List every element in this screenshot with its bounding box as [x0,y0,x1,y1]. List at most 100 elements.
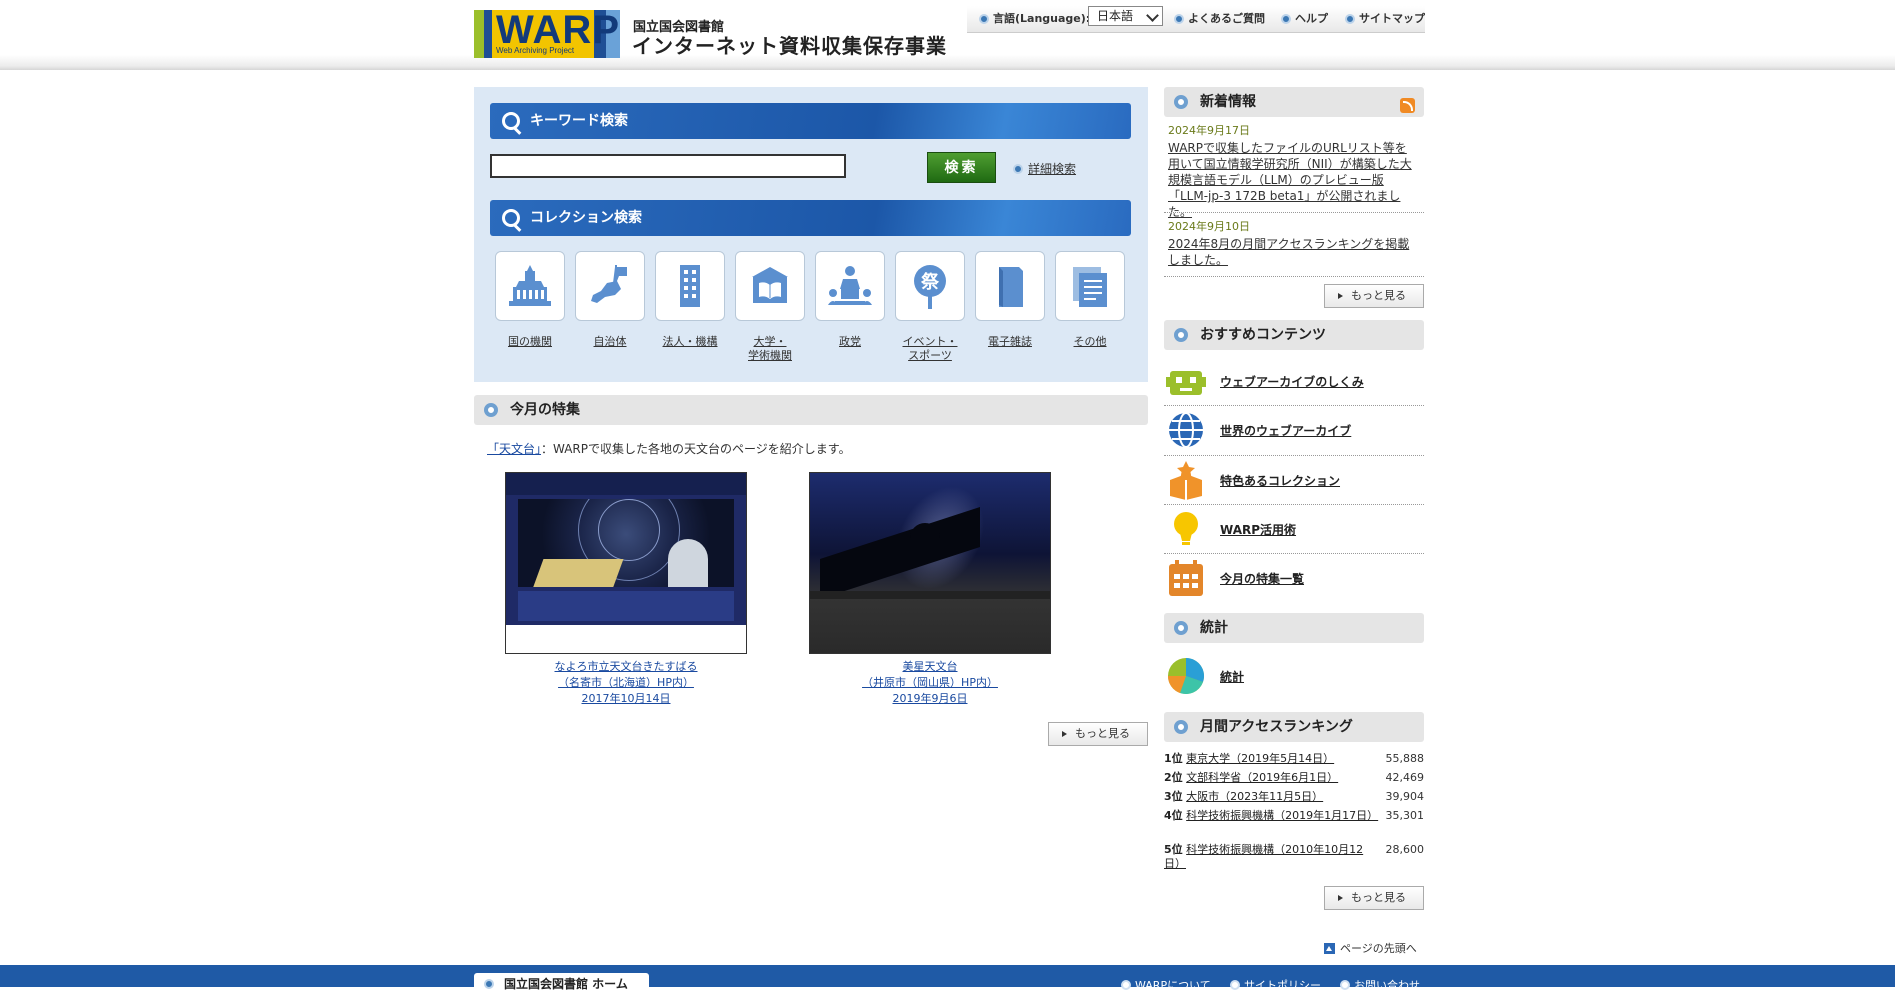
collection-e-magazines[interactable]: 電子雑誌 [975,251,1045,349]
recommended-label: ウェブアーカイブのしくみ [1220,375,1364,389]
collection-search-title: コレクション検索 [530,210,642,226]
collection-others[interactable]: その他 [1055,251,1125,349]
rank-link[interactable]: 大阪市（2023年11月5日） [1186,790,1323,803]
news-date: 2024年9月17日 [1168,124,1250,137]
warp-logo[interactable]: WARP Web Archiving Project [474,8,620,58]
keyword-search-input[interactable] [490,154,846,178]
footer-link[interactable]: WARPについて [1121,977,1211,993]
help-label: ヘルプ [1295,12,1328,25]
feature-heading: 今月の特集 [474,395,1148,425]
advanced-search-link[interactable]: 詳細検索 [1013,160,1076,177]
collection-political-parties[interactable]: 政党 [815,251,885,349]
collection-tile [975,251,1045,321]
collection-national[interactable]: 国の機関 [495,251,565,349]
rank-count: 42,469 [1385,771,1425,784]
stats-title: 統計 [1200,620,1228,636]
recommended-heading: おすすめコンテンツ [1164,320,1424,350]
recommended-item[interactable]: 今月の特集一覧 [1164,554,1424,604]
thumb-star-trails [518,499,734,587]
collection-local-gov[interactable]: 自治体 [575,251,645,349]
recommended-title: おすすめコンテンツ [1200,327,1326,343]
recommended-item[interactable]: ウェブアーカイブのしくみ [1164,357,1424,407]
news-item-link[interactable]: 2024年8月の月間アクセスランキングを掲載しました。 [1168,236,1418,268]
thumb-trail [598,499,660,561]
ranking-title: 月間アクセスランキング [1200,719,1353,735]
ring-bullet-icon [484,403,498,417]
collection-tile [655,251,725,321]
bullet-icon [1345,14,1355,24]
collection-universities[interactable]: 大学・ 学術機関 [735,251,805,363]
caption-date: 2019年9月6日 [892,692,968,705]
japan-map-flag-icon [591,265,627,303]
collection-label-line1: 大学・ [753,335,787,348]
ring-bullet-icon [1174,95,1188,109]
documents-icon [1073,267,1107,307]
feature-caption-1[interactable]: なよろ市立天文台きたすばる （名寄市（北海道）HP内） 2017年10月14日 [505,659,747,707]
language-select[interactable]: 日本語 [1088,6,1163,26]
feature-caption-2[interactable]: 美星天文台 （井原市（岡山県）HP内） 2019年9月6日 [809,659,1051,707]
logo-subtitle: Web Archiving Project [496,46,575,55]
search-button[interactable]: 検索 [927,152,996,183]
chevron-down-icon [1146,9,1159,22]
recommended-item[interactable]: 世界のウェブアーカイブ [1164,406,1424,456]
rank-link[interactable]: 東京大学（2019年5月14日） [1186,752,1334,765]
page-top-link[interactable]: ページの先頭へ [1324,940,1417,956]
rank-link[interactable]: 文部科学省（2019年6月1日） [1186,771,1338,784]
magazine-icon [999,267,1023,307]
ranking-row: 3位 大阪市（2023年11月5日） 39,904 [1164,790,1424,804]
help-link[interactable]: ヘルプ [1281,9,1328,29]
ranking-row: 1位 東京大学（2019年5月14日） 55,888 [1164,752,1424,766]
bullet-icon [1121,980,1131,990]
thumb-nav [810,591,1050,599]
feature-intro: 「天文台」：WARPで収集した各地の天文台のページを紹介します。 [487,440,851,457]
recommended-item[interactable]: WARP活用術 [1164,505,1424,555]
rank-count: 28,600 [1385,843,1425,856]
rank-link[interactable]: 科学技術振興機構（2010年10月12日） [1164,843,1363,870]
stats-item[interactable]: 統計 [1164,652,1424,702]
feature-screenshot-1[interactable] [505,472,747,654]
feature-screenshot-2[interactable] [809,472,1051,654]
news-title: 新着情報 [1200,94,1256,110]
collection-search-heading: コレクション検索 [490,200,1131,236]
thumb-dome [668,539,708,587]
ndl-home-link[interactable]: 国立国会図書館 ホーム [474,973,649,995]
collection-corporations[interactable]: 法人・機構 [655,251,725,349]
thumb-nav-icons [518,591,734,621]
recommended-item[interactable]: 特色あるコレクション [1164,456,1424,506]
stats-heading: 統計 [1164,613,1424,643]
ranking-more-button[interactable]: もっと見る [1324,886,1424,910]
divider [1164,212,1424,213]
rank-position: 1位 [1164,752,1183,765]
news-item-link[interactable]: WARPで収集したファイルのURLリスト等を用いて国立情報学研究所（NII）が構… [1168,140,1418,220]
collection-label: イベント・ スポーツ [895,335,965,363]
faq-link[interactable]: よくあるご質問 [1174,9,1265,29]
collection-label-line1: イベント・ [902,335,958,348]
lightbulb-icon [1174,512,1198,545]
feature-topic-link[interactable]: 「天文台」 [487,442,541,456]
office-building-icon [680,265,700,307]
rank-count: 55,888 [1385,752,1425,765]
arrow-up-icon [1324,942,1335,954]
news-more-button[interactable]: もっと見る [1324,284,1424,308]
collection-label: 法人・機構 [662,335,718,348]
ndl-home-label: 国立国会図書館 ホーム [504,977,628,991]
rank-link[interactable]: 科学技術振興機構（2019年1月17日） [1186,809,1378,822]
footer-link-label: サイトポリシー [1244,979,1321,992]
bullet-icon [1013,163,1023,174]
feature-more-button[interactable]: もっと見る [1048,722,1148,746]
page-top-label: ページの先頭へ [1340,942,1417,955]
footer-link[interactable]: サイトポリシー [1230,977,1321,993]
sitemap-link[interactable]: サイトマップ [1345,9,1425,29]
collection-label: 大学・ 学術機関 [735,335,805,363]
bullet-icon [979,14,989,24]
rss-icon[interactable] [1400,98,1415,113]
recommended-label: WARP活用術 [1220,523,1297,537]
recommended-label: 世界のウェブアーカイブ [1220,424,1352,438]
collection-events-sports[interactable]: 祭 イベント・ スポーツ [895,251,965,363]
rank-position: 5位 [1164,843,1183,856]
feature-title: 今月の特集 [510,402,580,418]
collection-label: その他 [1073,335,1107,348]
site-header: WARP Web Archiving Project 国立国会図書館 インターネ… [0,0,1895,70]
footer-link[interactable]: お問い合わせ [1340,977,1420,993]
open-book-building-icon [752,267,788,303]
